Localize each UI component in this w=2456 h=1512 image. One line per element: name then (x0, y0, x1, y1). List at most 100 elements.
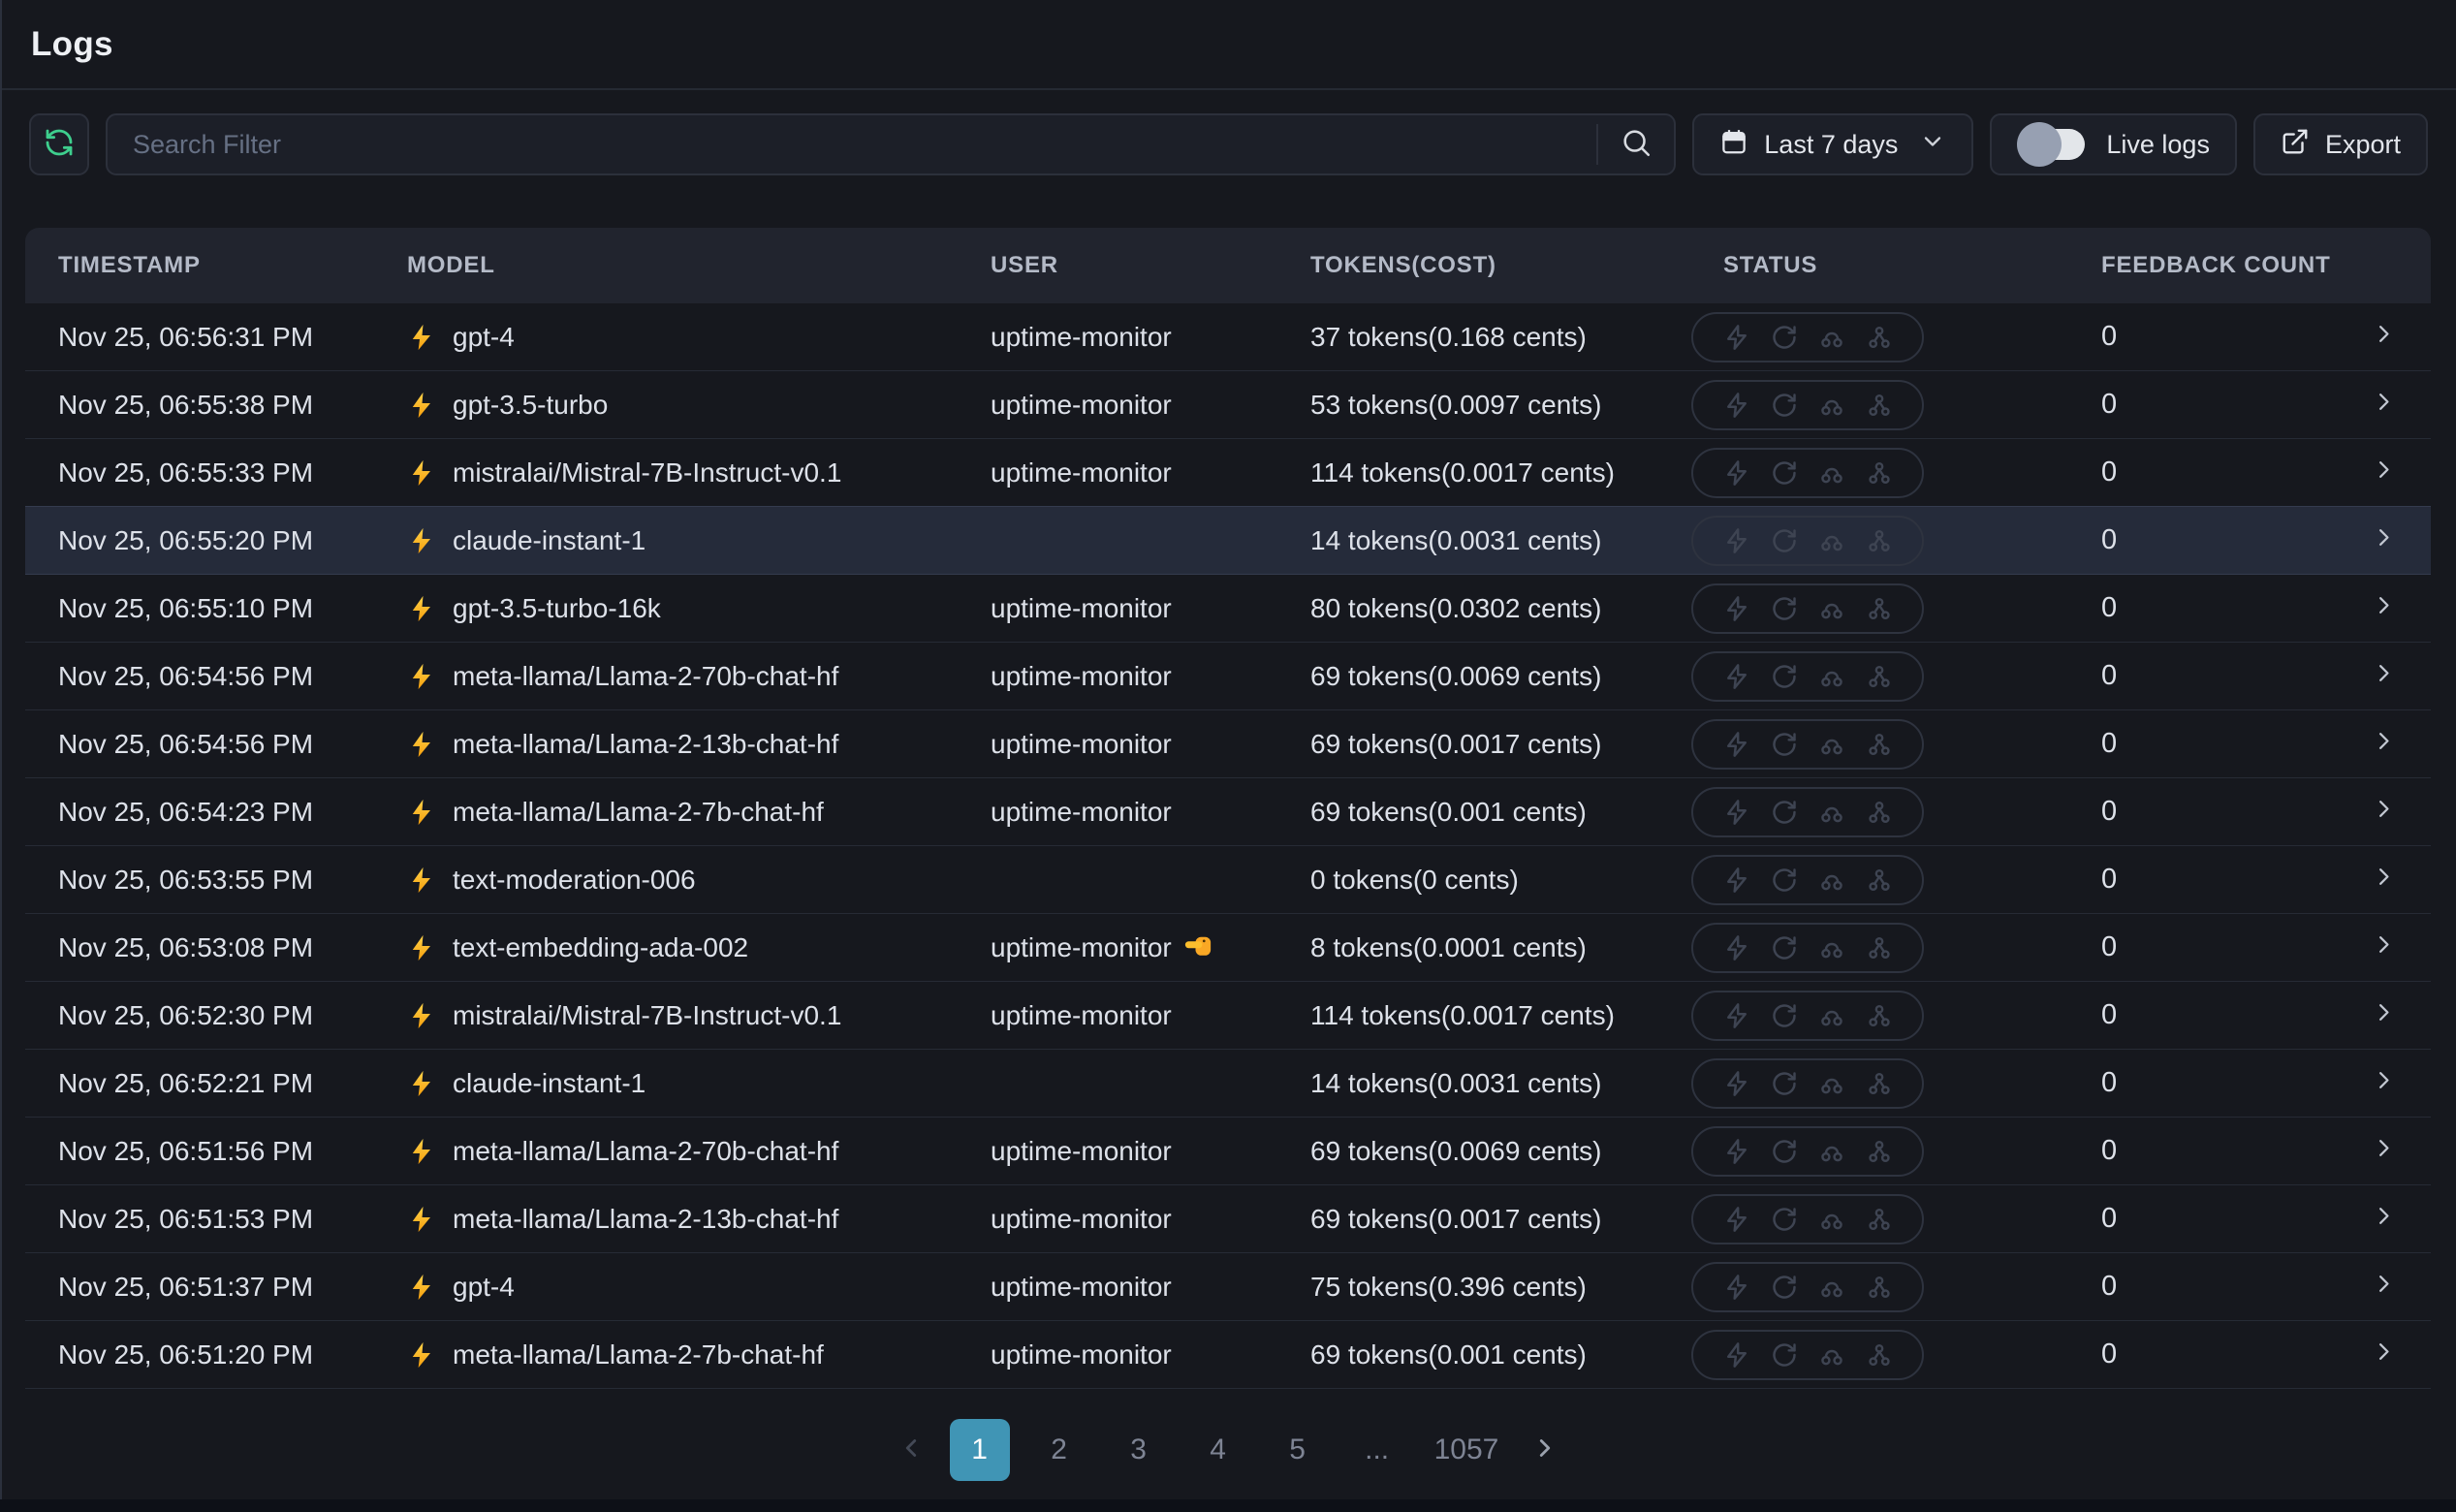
row-model-name: gpt-4 (453, 1272, 515, 1303)
row-model: meta-llama/Llama-2-7b-chat-hf (407, 1339, 991, 1370)
window-bottom-edge (0, 1499, 2456, 1512)
lightning-icon (1723, 1206, 1750, 1233)
row-feedback-count: 0 (2035, 1203, 2346, 1235)
table-row[interactable]: Nov 25, 06:51:56 PM meta-llama/Llama-2-7… (25, 1118, 2431, 1185)
row-feedback-count: 0 (2035, 1339, 2346, 1370)
column-header-timestamp: TIMESTAMP (25, 252, 407, 279)
pointing-hand-icon (1183, 929, 1212, 965)
table-row[interactable]: Nov 25, 06:53:08 PM text-embedding-ada-0… (25, 914, 2431, 982)
row-timestamp: Nov 25, 06:52:30 PM (25, 1000, 407, 1031)
table-row[interactable]: Nov 25, 06:55:10 PM gpt-3.5-turbo-16k up… (25, 575, 2431, 643)
table-row[interactable]: Nov 25, 06:51:53 PM meta-llama/Llama-2-1… (25, 1185, 2431, 1253)
row-timestamp: Nov 25, 06:54:56 PM (25, 661, 407, 692)
table-row[interactable]: Nov 25, 06:55:33 PM mistralai/Mistral-7B… (25, 439, 2431, 507)
lightning-bolt-icon (407, 933, 436, 962)
toggle-thumb (2017, 122, 2062, 167)
lightning-bolt-icon (407, 866, 436, 895)
row-tokens-cost: 80 tokens(0.0302 cents) (1310, 593, 1691, 624)
rotate-cw-icon (1771, 934, 1798, 961)
row-model-name: meta-llama/Llama-2-13b-chat-hf (453, 1204, 838, 1235)
row-user-name: uptime-monitor (991, 593, 1172, 624)
route-icon (1818, 731, 1845, 758)
pagination-next-button[interactable] (1526, 1419, 1564, 1481)
toolbar: Last 7 days Live logs Export (29, 113, 2428, 175)
table-row[interactable]: Nov 25, 06:54:56 PM meta-llama/Llama-2-7… (25, 643, 2431, 710)
row-timestamp: Nov 25, 06:51:37 PM (25, 1272, 407, 1303)
hierarchy-icon (1866, 324, 1893, 351)
hierarchy-icon (1866, 1206, 1893, 1233)
date-range-button[interactable]: Last 7 days (1692, 113, 1973, 175)
table-row[interactable]: Nov 25, 06:54:56 PM meta-llama/Llama-2-1… (25, 710, 2431, 778)
table-row[interactable]: Nov 25, 06:52:30 PM mistralai/Mistral-7B… (25, 982, 2431, 1050)
rotate-cw-icon (1771, 324, 1798, 351)
page-title: Logs (31, 25, 113, 64)
status-pill (1691, 312, 1924, 362)
status-pill (1691, 923, 1924, 973)
row-user: uptime-monitor (991, 1136, 1310, 1167)
pagination: 12345... 1057 (0, 1419, 2456, 1481)
pagination-page-2[interactable]: 2 (1029, 1419, 1089, 1481)
lightning-bolt-icon (407, 1137, 436, 1166)
row-model: gpt-4 (407, 1272, 991, 1303)
pagination-page-5[interactable]: 5 (1268, 1419, 1328, 1481)
row-user-name: uptime-monitor (991, 1339, 1172, 1370)
chevron-right-icon (2346, 457, 2431, 489)
rotate-cw-icon (1771, 459, 1798, 487)
row-tokens-cost: 69 tokens(0.001 cents) (1310, 1339, 1691, 1370)
row-timestamp: Nov 25, 06:51:56 PM (25, 1136, 407, 1167)
hierarchy-icon (1866, 1341, 1893, 1369)
row-user-name: uptime-monitor (991, 932, 1172, 963)
table-row[interactable]: Nov 25, 06:51:20 PM meta-llama/Llama-2-7… (25, 1321, 2431, 1389)
chevron-right-icon (1530, 1433, 1559, 1467)
rotate-cw-icon (1771, 1070, 1798, 1097)
route-icon (1818, 459, 1845, 487)
table-row[interactable]: Nov 25, 06:55:20 PM claude-instant-1 14 … (25, 507, 2431, 575)
pagination-page-1[interactable]: 1 (950, 1419, 1010, 1481)
row-user: uptime-monitor (991, 797, 1310, 828)
lightning-icon (1723, 1138, 1750, 1165)
pagination-page-1057[interactable]: 1057 (1427, 1419, 1507, 1481)
row-feedback-count: 0 (2035, 931, 2346, 963)
table-row[interactable]: Nov 25, 06:56:31 PM gpt-4 uptime-monitor… (25, 303, 2431, 371)
row-timestamp: Nov 25, 06:55:33 PM (25, 457, 407, 488)
table-row[interactable]: Nov 25, 06:55:38 PM gpt-3.5-turbo uptime… (25, 371, 2431, 439)
row-user: uptime-monitor (991, 1339, 1310, 1370)
refresh-button[interactable] (29, 113, 89, 175)
lightning-bolt-icon (407, 526, 436, 555)
row-user: uptime-monitor (991, 729, 1310, 760)
row-model: gpt-3.5-turbo (407, 390, 991, 421)
chevron-right-icon (2346, 999, 2431, 1032)
row-feedback-count: 0 (2035, 999, 2346, 1031)
route-icon (1818, 1070, 1845, 1097)
rotate-cw-icon (1771, 1138, 1798, 1165)
route-icon (1818, 663, 1845, 690)
table-row[interactable]: Nov 25, 06:52:21 PM claude-instant-1 14 … (25, 1050, 2431, 1118)
hierarchy-icon (1866, 1002, 1893, 1029)
table-row[interactable]: Nov 25, 06:54:23 PM meta-llama/Llama-2-7… (25, 778, 2431, 846)
pagination-prev-button[interactable] (892, 1419, 930, 1481)
search-input[interactable] (133, 130, 1581, 160)
hierarchy-icon (1866, 459, 1893, 487)
row-feedback-count: 0 (2035, 592, 2346, 624)
status-pill (1691, 651, 1924, 702)
row-feedback-count: 0 (2035, 524, 2346, 556)
lightning-icon (1723, 392, 1750, 419)
row-model: gpt-4 (407, 322, 991, 353)
pagination-page-4[interactable]: 4 (1188, 1419, 1248, 1481)
table-row[interactable]: Nov 25, 06:51:37 PM gpt-4 uptime-monitor… (25, 1253, 2431, 1321)
row-tokens-cost: 14 tokens(0.0031 cents) (1310, 1068, 1691, 1099)
rotate-cw-icon (1771, 1002, 1798, 1029)
route-icon (1818, 1138, 1845, 1165)
export-button[interactable]: Export (2253, 113, 2428, 175)
row-user: uptime-monitor (991, 929, 1310, 965)
table-row[interactable]: Nov 25, 06:53:55 PM text-moderation-006 … (25, 846, 2431, 914)
pagination-page-3[interactable]: 3 (1109, 1419, 1169, 1481)
column-header-status: STATUS (1691, 252, 2035, 279)
pagination-ellipsis: ... (1347, 1419, 1407, 1481)
table-body: Nov 25, 06:56:31 PM gpt-4 uptime-monitor… (25, 303, 2431, 1389)
hierarchy-icon (1866, 595, 1893, 622)
row-model-name: meta-llama/Llama-2-70b-chat-hf (453, 661, 838, 692)
row-user: uptime-monitor (991, 1204, 1310, 1235)
live-logs-toggle[interactable] (2017, 122, 2087, 167)
lightning-icon (1723, 1341, 1750, 1369)
